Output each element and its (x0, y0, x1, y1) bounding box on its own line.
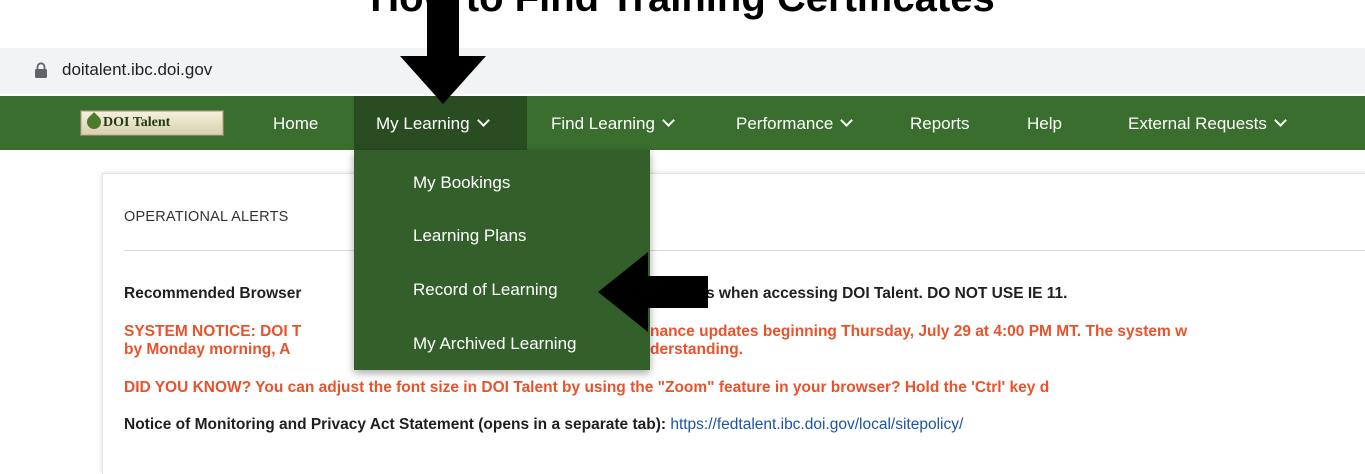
arrow-down-icon (400, 0, 486, 104)
arrow-left-icon (598, 252, 708, 332)
menu-item-my-bookings[interactable]: My Bookings (413, 173, 510, 193)
did-you-know-line: DID YOU KNOW? You can adjust the font si… (124, 379, 1050, 396)
leaf-logo-icon (84, 112, 104, 132)
nav-find-learning-label: Find Learning (551, 114, 655, 133)
system-notice-line-1a: SYSTEM NOTICE: DOI T (124, 323, 302, 340)
logo-text: DOI Talent (103, 115, 171, 130)
nav-external-requests[interactable]: External Requests (1128, 96, 1287, 150)
nav-performance-label: Performance (736, 114, 834, 133)
nav-find-learning[interactable]: Find Learning (551, 96, 675, 150)
recommended-browser-line: Recommended Browser (124, 285, 301, 303)
url-text[interactable]: doitalent.ibc.doi.gov (62, 60, 212, 80)
nav-my-learning-label: My Learning (376, 114, 470, 133)
page-heading: How to Find Training Certificates (0, 0, 1365, 22)
nav-help[interactable]: Help (1027, 96, 1062, 150)
menu-item-record-of-learning[interactable]: Record of Learning (413, 280, 558, 300)
chevron-down-icon (662, 114, 675, 127)
lock-icon (35, 62, 47, 78)
system-notice-line-2a: by Monday morning, A (124, 341, 291, 358)
menu-item-learning-plans[interactable]: Learning Plans (413, 226, 526, 246)
divider (124, 250, 1365, 251)
privacy-notice-label: Notice of Monitoring and Privacy Act Sta… (124, 416, 667, 433)
recommended-browser-suffix: s when accessing DOI Talent. DO NOT USE … (706, 285, 1068, 302)
sitepolicy-link[interactable]: https://fedtalent.ibc.doi.gov/local/site… (670, 416, 963, 433)
system-notice-line-2b: derstanding. (650, 341, 744, 358)
nav-reports[interactable]: Reports (910, 96, 970, 150)
menu-item-my-archived-learning[interactable]: My Archived Learning (413, 334, 576, 354)
chevron-down-icon (840, 114, 854, 127)
chevron-down-icon (476, 114, 490, 127)
nav-home-label: Home (273, 114, 319, 133)
doi-talent-logo[interactable]: DOI Talent (80, 110, 224, 136)
main-nav: DOI Talent Home My Learning Find Learnin… (0, 96, 1365, 150)
nav-home[interactable]: Home (273, 96, 318, 150)
recommended-browser-prefix: Recommended Browser (124, 285, 302, 302)
chevron-down-icon (1274, 114, 1287, 127)
nav-help-label: Help (1027, 114, 1062, 133)
nav-external-requests-label: External Requests (1128, 114, 1267, 133)
nav-reports-label: Reports (910, 114, 970, 133)
nav-performance[interactable]: Performance (736, 96, 854, 150)
operational-alerts-title: OPERATIONAL ALERTS (124, 209, 289, 225)
nav-my-learning[interactable]: My Learning (354, 96, 527, 150)
browser-address-bar[interactable]: doitalent.ibc.doi.gov (0, 48, 1365, 94)
system-notice-line-1b: nance updates beginning Thursday, July 2… (650, 323, 1188, 340)
privacy-notice-line: Notice of Monitoring and Privacy Act Sta… (124, 416, 963, 434)
